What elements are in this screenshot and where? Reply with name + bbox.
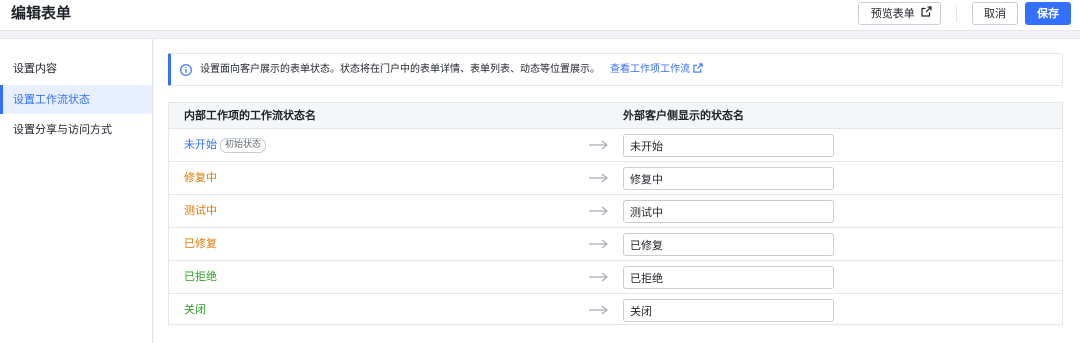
arrow-right-icon bbox=[589, 205, 609, 220]
external-link-icon bbox=[693, 63, 703, 73]
preview-form-label: 预览表单 bbox=[870, 7, 915, 20]
table-row: 已修复 bbox=[169, 228, 1062, 261]
table-row: 关闭 bbox=[169, 294, 1062, 327]
internal-status: 已修复 bbox=[184, 237, 217, 250]
table-row: 测试中 bbox=[169, 195, 1062, 228]
arrow-right-icon bbox=[589, 139, 609, 154]
page-title: 编辑表单 bbox=[11, 4, 72, 22]
notice-text-container: 设置面向客户展示的表单状态。状态将在门户中的表单详情、表单列表、动态等位置展示。… bbox=[200, 63, 703, 77]
sidebar-item-content[interactable]: 设置内容 bbox=[0, 54, 152, 83]
view-workflow-link-label: 查看工作项工作流 bbox=[610, 64, 690, 75]
external-status-input[interactable] bbox=[623, 299, 834, 322]
main-panel: 设置面向客户展示的表单状态。状态将在门户中的表单详情、表单列表、动态等位置展示。… bbox=[154, 38, 1080, 343]
table-row: 修复中 bbox=[169, 162, 1062, 195]
table-row: 未开始 初始状态 bbox=[169, 129, 1062, 162]
info-notice: 设置面向客户展示的表单状态。状态将在门户中的表单详情、表单列表、动态等位置展示。… bbox=[168, 53, 1063, 86]
cancel-button[interactable]: 取消 bbox=[972, 2, 1018, 25]
arrow-right-icon bbox=[589, 238, 609, 253]
internal-status: 已拒绝 bbox=[184, 270, 217, 283]
notice-text: 设置面向客户展示的表单状态。状态将在门户中的表单详情、表单列表、动态等位置展示。 bbox=[200, 64, 600, 75]
table-header: 内部工作项的工作流状态名 外部客户侧显示的状态名 bbox=[169, 103, 1062, 129]
external-status-input[interactable] bbox=[623, 233, 834, 256]
internal-status: 测试中 bbox=[184, 204, 217, 217]
settings-sidebar: 设置内容 设置工作流状态 设置分享与访问方式 bbox=[0, 38, 153, 343]
internal-status: 修复中 bbox=[184, 171, 217, 184]
arrow-right-icon bbox=[589, 304, 609, 319]
top-header: 编辑表单 预览表单 取消 保存 bbox=[0, 0, 1080, 31]
info-icon bbox=[180, 64, 192, 79]
column-header-external: 外部客户侧显示的状态名 bbox=[623, 109, 744, 122]
table-row: 已拒绝 bbox=[169, 261, 1062, 294]
status-mapping-table: 内部工作项的工作流状态名 外部客户侧显示的状态名 未开始初始状态 修复中 测试中… bbox=[168, 102, 1063, 325]
column-header-internal: 内部工作项的工作流状态名 bbox=[184, 109, 316, 122]
external-status-input[interactable] bbox=[623, 167, 834, 190]
preview-form-button[interactable]: 预览表单 bbox=[858, 2, 941, 25]
internal-status: 未开始 初始状态 bbox=[184, 138, 267, 153]
external-link-icon bbox=[921, 3, 932, 24]
header-divider bbox=[956, 5, 957, 22]
view-workflow-link[interactable]: 查看工作项工作流 bbox=[610, 63, 703, 75]
initial-status-tag: 初始状态 bbox=[220, 138, 267, 153]
save-button[interactable]: 保存 bbox=[1025, 2, 1071, 25]
external-status-input[interactable] bbox=[623, 266, 834, 289]
arrow-right-icon bbox=[589, 172, 609, 187]
status-name: 未开始 bbox=[184, 138, 217, 151]
external-status-input[interactable] bbox=[623, 200, 834, 223]
external-status-input[interactable] bbox=[623, 134, 834, 157]
internal-status: 关闭 bbox=[184, 303, 206, 316]
sidebar-item-share-access[interactable]: 设置分享与访问方式 bbox=[0, 115, 152, 144]
sidebar-item-workflow-status[interactable]: 设置工作流状态 bbox=[0, 85, 152, 114]
arrow-right-icon bbox=[589, 271, 609, 286]
